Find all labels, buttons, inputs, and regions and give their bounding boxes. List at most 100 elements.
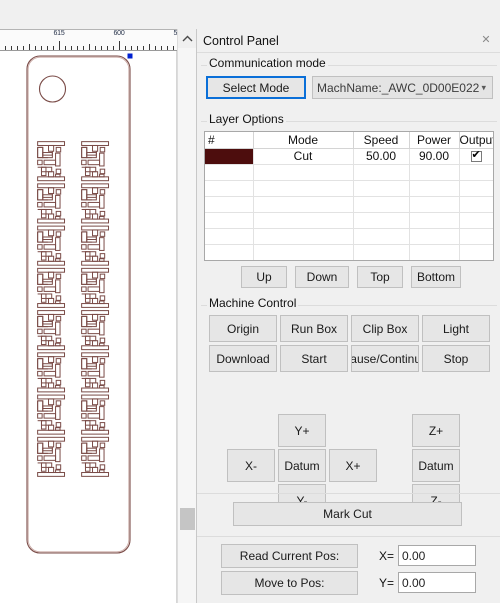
empty-cell xyxy=(459,164,493,181)
column-header-output[interactable]: Output xyxy=(459,132,493,149)
empty-cell xyxy=(253,244,354,260)
jog-x-plus-button[interactable]: X+ xyxy=(329,449,377,482)
ruler-tick xyxy=(23,46,24,50)
layer-up-button[interactable]: Up xyxy=(241,266,287,288)
scrollbar-track[interactable] xyxy=(178,48,197,603)
jog-xy-datum-button[interactable]: Datum xyxy=(278,449,326,482)
start-button[interactable]: Start xyxy=(280,345,348,372)
layer-top-button[interactable]: Top xyxy=(357,266,403,288)
chevron-down-icon: ▾ xyxy=(481,82,486,92)
layer-order-buttons: Up Down Top Bottom xyxy=(241,266,491,288)
light-button[interactable]: Light xyxy=(422,315,490,342)
download-button[interactable]: Download xyxy=(209,345,277,372)
empty-cell xyxy=(409,212,460,229)
column-header-num[interactable]: # xyxy=(205,132,254,149)
empty-cell xyxy=(409,260,459,261)
communication-mode-group: Communication mode Select Mode MachName:… xyxy=(201,56,497,105)
ruler-tick xyxy=(59,41,60,50)
pause-continue-button[interactable]: Pause/Continue xyxy=(351,345,419,372)
close-icon[interactable]: ✕ xyxy=(478,33,494,49)
select-mode-button[interactable]: Select Mode xyxy=(206,76,306,99)
ruler-tick xyxy=(155,46,156,50)
ruler-tick xyxy=(41,46,42,50)
empty-cell xyxy=(459,244,493,260)
ruler-tick xyxy=(125,46,126,50)
chevron-up-icon[interactable] xyxy=(178,29,197,48)
empty-cell xyxy=(353,228,410,245)
empty-cell xyxy=(409,180,460,197)
table-row-empty[interactable] xyxy=(205,228,493,245)
empty-cell xyxy=(253,180,354,197)
table-row-empty[interactable] xyxy=(205,244,493,260)
y-label: Y= xyxy=(379,576,395,590)
empty-cell xyxy=(353,180,410,197)
ruler-tick xyxy=(143,46,144,50)
table-row-empty[interactable] xyxy=(205,164,493,181)
layer-mode[interactable]: Cut xyxy=(253,148,354,165)
empty-cell xyxy=(353,212,410,229)
ruler-tick xyxy=(35,46,36,50)
horizontal-ruler: 615600585 xyxy=(0,29,177,51)
column-header-speed[interactable]: Speed xyxy=(353,132,410,149)
mark-cut-button[interactable]: Mark Cut xyxy=(233,502,462,526)
canvas-top-gap xyxy=(0,0,196,29)
layer-color-swatch[interactable] xyxy=(205,148,254,165)
x-position-input[interactable]: 0.00 xyxy=(398,545,476,566)
origin-button[interactable]: Origin xyxy=(209,315,277,342)
layer-bottom-button[interactable]: Bottom xyxy=(411,266,461,288)
empty-cell xyxy=(205,196,254,213)
empty-cell xyxy=(205,212,254,229)
layer-speed[interactable]: 50.00 xyxy=(353,148,410,165)
layer-down-button[interactable]: Down xyxy=(295,266,349,288)
empty-cell xyxy=(205,244,254,260)
empty-cell xyxy=(353,260,409,261)
bookmark-artwork[interactable] xyxy=(0,51,177,603)
empty-cell xyxy=(205,164,254,181)
table-header-row: # Mode Speed Power Output xyxy=(205,132,493,149)
table-row-empty[interactable] xyxy=(205,196,493,213)
canvas-vertical-scrollbar[interactable] xyxy=(177,29,197,603)
section-divider-2 xyxy=(197,536,500,537)
empty-cell xyxy=(253,164,354,181)
run-box-button[interactable]: Run Box xyxy=(280,315,348,342)
ruler-tick xyxy=(131,46,132,50)
empty-cell xyxy=(459,260,493,261)
y-position-input[interactable]: 0.00 xyxy=(398,572,476,593)
column-header-mode[interactable]: Mode xyxy=(253,132,354,149)
empty-cell xyxy=(409,164,460,181)
stop-button[interactable]: Stop xyxy=(422,345,490,372)
empty-cell xyxy=(409,228,460,245)
table-row-empty[interactable] xyxy=(205,180,493,197)
jog-z-plus-button[interactable]: Z+ xyxy=(412,414,460,447)
layer-output-checkbox[interactable] xyxy=(459,148,493,165)
clip-box-button[interactable]: Clip Box xyxy=(351,315,419,342)
empty-cell xyxy=(409,244,460,260)
ruler-tick xyxy=(5,46,6,50)
scrollbar-thumb[interactable] xyxy=(180,508,195,530)
table-body[interactable]: Cut 50.00 90.00 xyxy=(205,148,493,261)
table-row-empty[interactable] xyxy=(205,260,493,261)
design-canvas[interactable] xyxy=(0,51,177,603)
table-row[interactable]: Cut 50.00 90.00 xyxy=(205,148,493,165)
column-header-power[interactable]: Power xyxy=(409,132,460,149)
ruler-tick xyxy=(173,46,174,50)
empty-cell xyxy=(253,196,354,213)
communication-mode-label: Communication mode xyxy=(207,56,328,70)
empty-cell xyxy=(205,180,254,197)
ruler-tick xyxy=(149,44,150,50)
jog-x-minus-button[interactable]: X- xyxy=(227,449,275,482)
empty-cell xyxy=(459,180,493,197)
jog-y-plus-button[interactable]: Y+ xyxy=(278,414,326,447)
ruler-tick xyxy=(53,46,54,50)
layer-options-group: Layer Options # Mode Speed Power Output Cut 5… xyxy=(201,112,497,293)
move-to-pos-button[interactable]: Move to Pos: xyxy=(221,571,358,595)
ruler-tick xyxy=(95,46,96,50)
selection-handle[interactable] xyxy=(127,53,133,59)
machine-name-dropdown[interactable]: MachName:_AWC_0D00E022 ▾ xyxy=(312,76,493,99)
jog-z-datum-button[interactable]: Datum xyxy=(412,449,460,482)
layer-power[interactable]: 90.00 xyxy=(409,148,460,165)
table-row-empty[interactable] xyxy=(205,212,493,229)
ruler-tick xyxy=(71,46,72,50)
read-current-pos-button[interactable]: Read Current Pos: xyxy=(221,544,358,568)
layer-table[interactable]: # Mode Speed Power Output Cut 50.00 90.00 xyxy=(204,131,494,261)
